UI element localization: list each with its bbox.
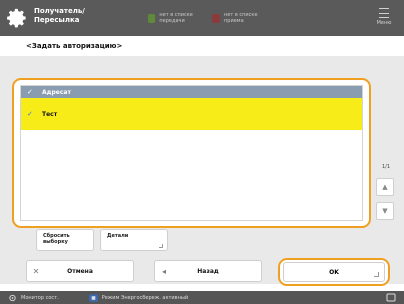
status-bar: Монитор сост. Режим Энергосбереж. активн…	[0, 291, 404, 304]
monitor-icon	[9, 294, 16, 301]
menu-label: Меню	[376, 20, 392, 26]
details-label: Детали	[107, 233, 129, 239]
top-bar: Получатель/ Пересылка нет в списке перед…	[0, 0, 404, 36]
chevron-down-icon: ▼	[382, 207, 388, 215]
menu-button[interactable]: Меню	[376, 8, 392, 26]
corner-arrow-icon	[374, 272, 379, 277]
tx-list-label: нет в списке передачи	[159, 12, 193, 24]
device-icon	[386, 293, 396, 302]
tx-list-icon	[148, 13, 156, 23]
scroll-up-button[interactable]: ▲	[376, 178, 394, 196]
close-icon: ✕	[32, 266, 40, 276]
details-button[interactable]: Детали	[100, 229, 168, 251]
rx-list-label: нет в списке приема	[224, 12, 258, 24]
back-label: Назад	[197, 267, 219, 275]
screen-title-line2: Пересылка	[34, 16, 80, 24]
check-icon: ✓	[27, 88, 33, 96]
ok-button[interactable]: OK	[283, 262, 385, 282]
power-save-icon	[88, 293, 98, 302]
screen-title-line1: Получатель/	[34, 7, 85, 15]
menu-icon	[379, 8, 389, 18]
power-save-status[interactable]: Режим Энергосбереж. активный	[88, 293, 189, 302]
destination-list: ✓ Адресат ✓ Тест	[20, 85, 363, 221]
page-counter: 1/1	[381, 164, 391, 170]
clear-selection-label-2: выборку	[43, 239, 68, 245]
list-header-row[interactable]: ✓ Адресат	[21, 86, 362, 98]
list-header-label: Адресат	[42, 88, 71, 96]
page-title: <Задать авторизацию>	[26, 42, 123, 50]
rx-list-icon	[212, 13, 221, 23]
clear-selection-button[interactable]: Сбросить выборку	[36, 229, 94, 251]
back-button[interactable]: ◂ Назад	[154, 260, 262, 282]
screen-title: Получатель/ Пересылка	[34, 7, 114, 25]
tx-list-button[interactable]: нет в списке передачи	[148, 11, 204, 25]
list-item-label: Тест	[42, 110, 58, 118]
arrow-left-icon: ◂	[161, 266, 166, 276]
status-monitor-button[interactable]: Монитор сост.	[8, 294, 59, 302]
corner-arrow-icon	[159, 244, 163, 248]
status-monitor-label: Монитор сост.	[21, 294, 59, 301]
cancel-button[interactable]: ✕ Отмена	[26, 260, 134, 282]
ok-label: OK	[329, 268, 339, 276]
destination-list-frame: ✓ Адресат ✓ Тест	[12, 78, 371, 228]
list-item[interactable]: ✓ Тест	[21, 98, 362, 130]
power-save-label: Режим Энергосбереж. активный	[101, 294, 189, 301]
check-icon: ✓	[27, 110, 33, 118]
chevron-up-icon: ▲	[382, 183, 388, 191]
ok-button-frame: OK	[278, 258, 390, 286]
rx-list-button[interactable]: нет в списке приема	[212, 11, 268, 25]
gear-icon[interactable]	[6, 7, 28, 29]
cancel-label: Отмена	[67, 267, 93, 275]
scroll-down-button[interactable]: ▼	[376, 202, 394, 220]
